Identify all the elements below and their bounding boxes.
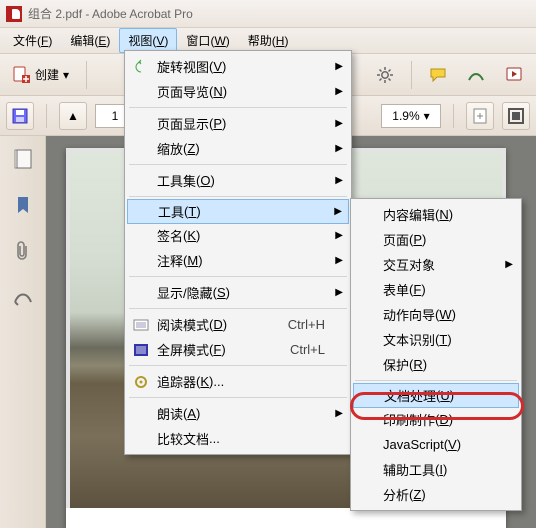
thumbnails-icon[interactable] — [12, 148, 34, 170]
speech-bubble-icon — [429, 66, 447, 84]
menu-showhide[interactable]: 显示/隐藏(S) ▶ — [127, 280, 349, 305]
menu-page-nav[interactable]: 页面导览(N) ▶ — [127, 79, 349, 104]
chevron-up-icon: ▲ — [67, 109, 79, 123]
submenu-interactive[interactable]: 交互对象 ▶ — [353, 252, 519, 277]
submenu-arrow-icon: ▶ — [335, 61, 343, 72]
send-icon — [505, 66, 523, 84]
signatures-icon[interactable] — [12, 286, 34, 308]
menu-file[interactable]: 文件(F) — [4, 28, 61, 53]
menu-tracker[interactable]: 追踪器(K)... — [127, 369, 349, 394]
rotate-icon — [133, 59, 149, 75]
title-bar: 组合 2.pdf - Adobe Acrobat Pro — [0, 0, 536, 28]
fit-page-button[interactable] — [466, 102, 494, 130]
submenu-document-processing[interactable]: 文档处理(U) — [353, 383, 519, 408]
fullscreen-button[interactable] — [502, 102, 530, 130]
submenu-print-production[interactable]: 印刷制作(D) — [353, 407, 519, 432]
submenu-accessibility[interactable]: 辅助工具(I) — [353, 457, 519, 482]
window-title: 组合 2.pdf - Adobe Acrobat Pro — [28, 5, 193, 22]
prev-page-button[interactable]: ▲ — [59, 102, 87, 130]
menu-compare[interactable]: 比较文档... — [127, 426, 349, 451]
menu-fullscreen[interactable]: 全屏模式(F) Ctrl+L — [127, 337, 349, 362]
save-button[interactable] — [6, 102, 34, 130]
submenu-forms[interactable]: 表单(F) — [353, 277, 519, 302]
menu-toolset[interactable]: 工具集(O) ▶ — [127, 168, 349, 193]
menu-page-display[interactable]: 页面显示(P) ▶ — [127, 111, 349, 136]
create-button[interactable]: 创建 ▾ — [6, 59, 76, 91]
submenu-content-edit[interactable]: 内容编辑(N) — [353, 202, 519, 227]
menu-sign[interactable]: 签名(K) ▶ — [127, 223, 349, 248]
view-dropdown: 旋转视图(V) ▶ 页面导览(N) ▶ 页面显示(P) ▶ 缩放(Z) ▶ 工具… — [124, 50, 352, 455]
menu-edit[interactable]: 编辑(E) — [61, 28, 119, 53]
submenu-analyze[interactable]: 分析(Z) — [353, 482, 519, 507]
submenu-protect[interactable]: 保护(R) — [353, 352, 519, 377]
attachment-icon[interactable] — [12, 240, 34, 262]
submenu-text-recognition[interactable]: 文本识别(T) — [353, 327, 519, 352]
nav-panel — [0, 136, 46, 528]
menu-read-aloud[interactable]: 朗读(A) ▶ — [127, 401, 349, 426]
tools-submenu: 内容编辑(N) 页面(P) 交互对象 ▶ 表单(F) 动作向导(W) 文本识别(… — [350, 198, 522, 511]
pencil-sign-icon — [467, 66, 485, 84]
floppy-icon — [11, 107, 29, 125]
dropdown-arrow-icon: ▾ — [63, 68, 69, 82]
create-label: 创建 — [35, 66, 59, 83]
sign-button[interactable] — [460, 59, 492, 91]
submenu-action-wizard[interactable]: 动作向导(W) — [353, 302, 519, 327]
expand-icon — [507, 107, 525, 125]
bookmark-icon[interactable] — [12, 194, 34, 216]
gear-icon — [376, 66, 394, 84]
share-button[interactable] — [498, 59, 530, 91]
submenu-javascript[interactable]: JavaScript(V) — [353, 432, 519, 457]
tracker-icon — [133, 374, 149, 390]
fit-page-icon — [471, 107, 489, 125]
fullscreen-icon — [133, 342, 149, 358]
menu-rotate-view[interactable]: 旋转视图(V) ▶ — [127, 54, 349, 79]
zoom-value[interactable]: 1.9% ▾ — [381, 104, 441, 128]
menu-tools[interactable]: 工具(T) ▶ — [127, 199, 349, 224]
readmode-icon — [133, 317, 149, 333]
chevron-down-icon: ▾ — [424, 109, 430, 123]
menu-read-mode[interactable]: 阅读模式(D) Ctrl+H — [127, 312, 349, 337]
adobe-pdf-icon — [6, 6, 22, 22]
menu-zoom[interactable]: 缩放(Z) ▶ — [127, 136, 349, 161]
submenu-pages[interactable]: 页面(P) — [353, 227, 519, 252]
menu-comments[interactable]: 注释(M) ▶ — [127, 248, 349, 273]
create-pdf-icon — [13, 66, 31, 84]
comment-button[interactable] — [422, 59, 454, 91]
customize-toolbar-button[interactable] — [369, 59, 401, 91]
